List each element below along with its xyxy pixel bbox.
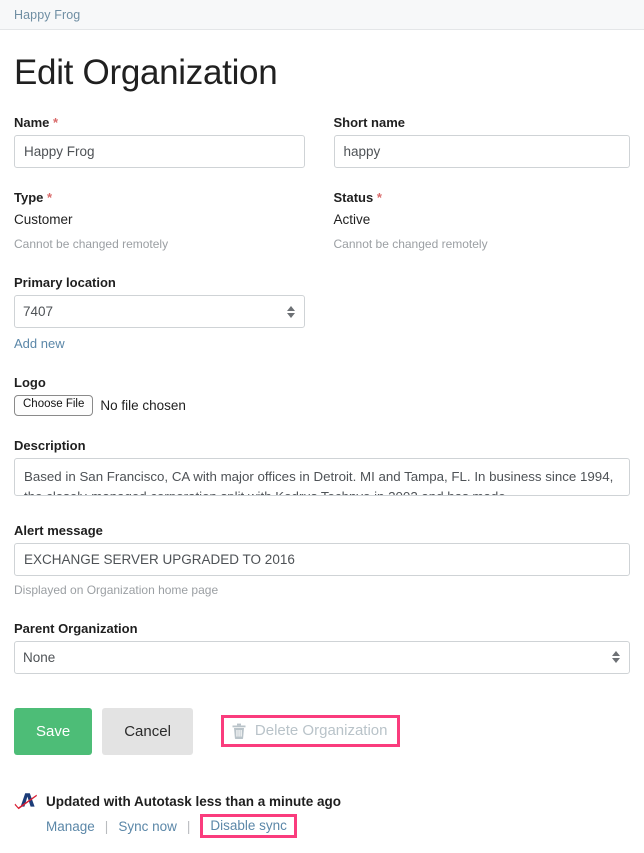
sync-status-row: Updated with Autotask less than a minute… [14, 792, 341, 810]
type-label-text: Type [14, 189, 44, 205]
sync-now-link[interactable]: Sync now [118, 819, 177, 834]
description-group: Description Based in San Francisco, CA w… [14, 438, 630, 501]
status-required-marker: * [376, 189, 382, 205]
logo-label: Logo [14, 375, 46, 391]
form-actions: Save Cancel Delete Organization [14, 707, 630, 755]
parent-organization-group: Parent Organization None [14, 621, 630, 674]
link-separator: | [186, 818, 191, 834]
cancel-button[interactable]: Cancel [102, 707, 193, 755]
name-row: Name * Short name [14, 115, 630, 168]
type-required-marker: * [47, 189, 53, 205]
primary-location-label: Primary location [14, 275, 116, 291]
trash-icon [232, 723, 246, 739]
breadcrumb-link-organization[interactable]: Happy Frog [14, 8, 80, 22]
save-button[interactable]: Save [14, 707, 93, 755]
status-label-text: Status [333, 189, 374, 205]
primary-location-select[interactable]: 7407 [14, 295, 305, 329]
short-name-input[interactable] [333, 134, 630, 168]
primary-location-group: Primary location 7407 Add new [14, 275, 630, 353]
manage-link[interactable]: Manage [46, 819, 95, 834]
add-new-location-link[interactable]: Add new [14, 336, 65, 351]
link-separator: | [104, 818, 109, 834]
type-status-row: Type * Customer Cannot be changed remote… [14, 190, 630, 254]
name-label: Name * [14, 115, 305, 130]
delete-organization-label[interactable]: Delete Organization [255, 722, 388, 739]
alert-message-hint: Displayed on Organization home page [14, 583, 219, 598]
logo-file-input[interactable]: Choose File No file chosen [14, 395, 630, 417]
name-input[interactable] [14, 134, 305, 168]
disable-sync-link[interactable]: Disable sync [210, 818, 287, 833]
description-label: Description [14, 438, 86, 454]
sync-links-row: Manage | Sync now | Disable sync [46, 814, 341, 838]
status-hint: Cannot be changed remotely [333, 237, 488, 252]
status-label: Status * [334, 190, 631, 205]
parent-organization-label: Parent Organization [14, 620, 138, 636]
status-field-group: Status * Active Cannot be changed remote… [334, 190, 631, 254]
type-field-group: Type * Customer Cannot be changed remote… [14, 190, 305, 254]
short-name-field-group: Short name [333, 114, 630, 168]
type-hint: Cannot be changed remotely [14, 237, 169, 252]
sync-status-text: Updated with Autotask less than a minute… [46, 793, 342, 809]
alert-message-input[interactable] [14, 543, 630, 577]
page-content: Edit Organization Name * Short name Type… [0, 53, 644, 755]
description-textarea[interactable]: Based in San Francisco, CA with major of… [14, 458, 630, 497]
name-label-text: Name [14, 114, 50, 130]
page-title: Edit Organization [14, 53, 278, 92]
disable-sync-highlight: Disable sync [200, 814, 297, 838]
status-value: Active [333, 211, 371, 227]
short-name-label: Short name [333, 114, 406, 130]
parent-organization-select-wrap: None [14, 640, 630, 674]
sync-footer: Updated with Autotask less than a minute… [14, 792, 341, 838]
breadcrumb-bar: Happy Frog [0, 0, 644, 30]
primary-location-select-wrap: 7407 [14, 295, 305, 329]
alert-message-label: Alert message [14, 523, 103, 539]
type-label: Type * [14, 190, 305, 205]
name-required-marker: * [53, 114, 59, 130]
delete-organization-highlight: Delete Organization [220, 715, 401, 748]
parent-organization-select[interactable]: None [14, 640, 630, 674]
choose-file-button[interactable]: Choose File [14, 395, 94, 417]
alert-message-group: Alert message Displayed on Organization … [14, 523, 630, 599]
type-value: Customer [14, 211, 73, 227]
logo-group: Logo Choose File No file chosen [14, 375, 630, 417]
autotask-logo-icon [14, 792, 38, 810]
name-field-group: Name * [14, 115, 305, 168]
no-file-chosen-text: No file chosen [100, 398, 186, 414]
